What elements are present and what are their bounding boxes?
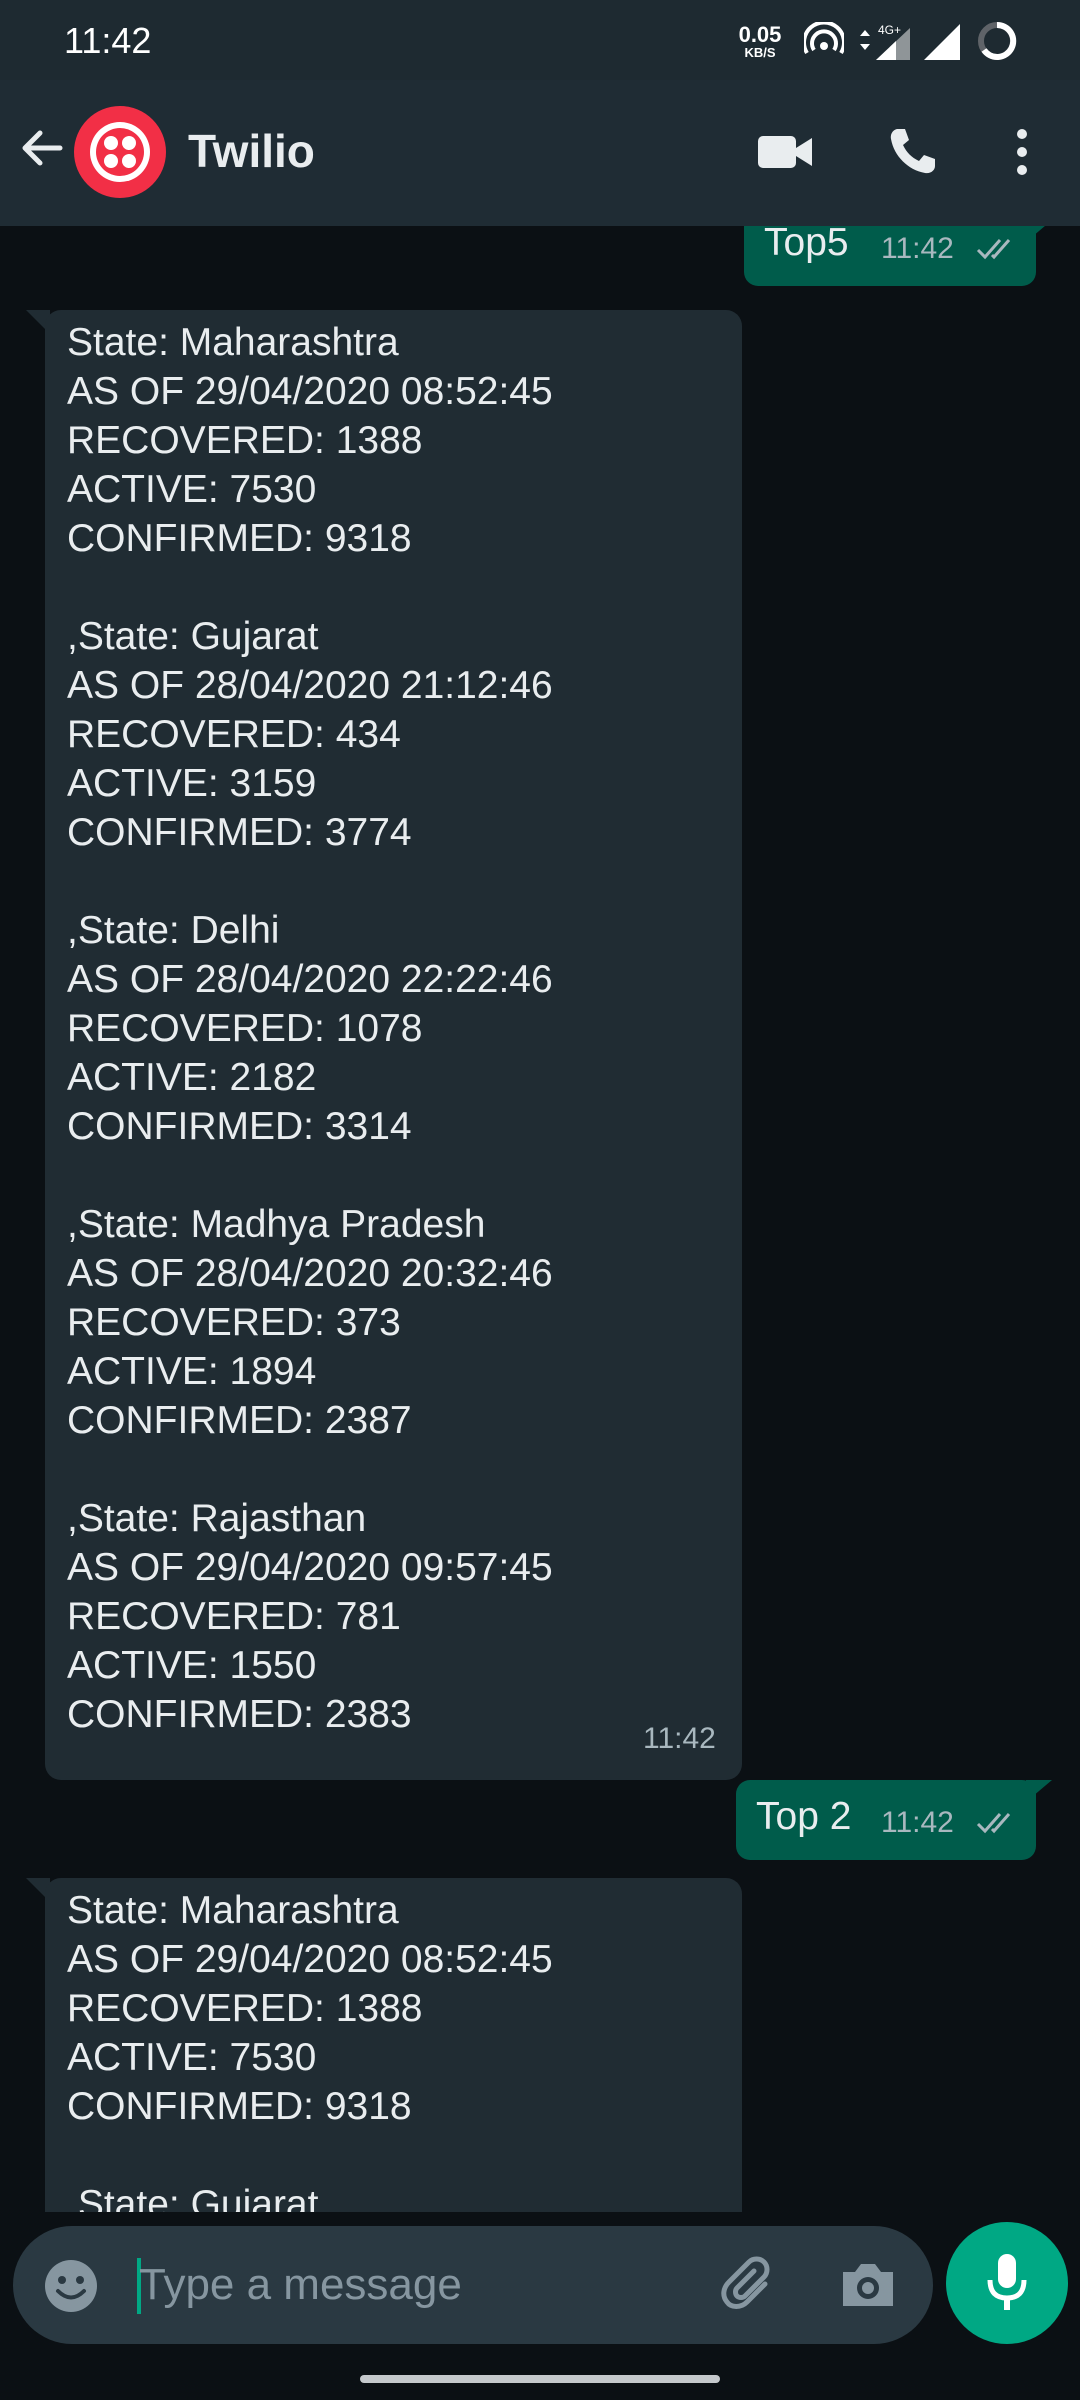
mic-button[interactable]	[946, 2222, 1068, 2344]
hotspot-icon	[802, 20, 846, 63]
status-time: 11:42	[64, 20, 152, 61]
read-ticks-icon	[976, 1810, 1020, 1841]
network-speed-value: 0.05	[738, 22, 782, 47]
chat-header: Twilio	[0, 80, 1080, 226]
attach-icon[interactable]	[719, 2256, 781, 2323]
twilio-logo	[96, 128, 144, 176]
contact-avatar[interactable]	[74, 106, 166, 198]
message-input[interactable]: Type a message	[139, 2260, 462, 2310]
home-indicator[interactable]	[360, 2375, 720, 2383]
message-text: Top5	[764, 226, 849, 264]
message-composer: Type a message	[13, 2226, 933, 2344]
status-bar: 11:42 0.05 KB/S 4G+	[0, 0, 1080, 80]
incoming-message[interactable]: State: Maharashtra AS OF 29/04/2020 08:5…	[45, 310, 742, 1780]
contact-name[interactable]: Twilio	[188, 124, 315, 178]
bubble-tail	[1026, 226, 1045, 242]
emoji-icon[interactable]	[43, 2258, 99, 2319]
network-type-label: 4G+	[878, 23, 901, 37]
message-time: 11:42	[643, 1722, 716, 1755]
network-speed-unit: KB/S	[744, 45, 776, 60]
outgoing-message[interactable]: Top5 11:42	[744, 226, 1036, 286]
network-speed: 0.05 KB/S	[733, 22, 787, 60]
message-text: State: Maharashtra AS OF 29/04/2020 08:5…	[67, 321, 553, 1736]
signal-strength-icon	[922, 22, 962, 67]
read-ticks-icon	[976, 236, 1020, 267]
bubble-tail	[1026, 1780, 1052, 1802]
message-text: State: Maharashtra AS OF 29/04/2020 08:5…	[67, 1889, 553, 2212]
message-time: 11:42	[881, 1806, 954, 1839]
camera-icon[interactable]	[839, 2260, 897, 2315]
more-options-icon[interactable]	[1012, 126, 1032, 183]
back-arrow-icon[interactable]	[18, 124, 66, 177]
message-time: 11:42	[881, 232, 954, 265]
incoming-message[interactable]: State: Maharashtra AS OF 29/04/2020 08:5…	[45, 1878, 742, 2212]
mobile-data-signal-icon: 4G+	[858, 22, 918, 67]
video-call-icon[interactable]	[756, 130, 814, 179]
message-list[interactable]: Top5 11:42 State: Maharashtra AS OF 29/0…	[0, 226, 1080, 2212]
message-text: Top 2	[756, 1795, 852, 1838]
mic-icon	[986, 2252, 1028, 2319]
outgoing-message[interactable]: Top 2 11:42	[736, 1780, 1036, 1860]
voice-call-icon[interactable]	[886, 126, 938, 183]
battery-icon	[976, 20, 1018, 67]
